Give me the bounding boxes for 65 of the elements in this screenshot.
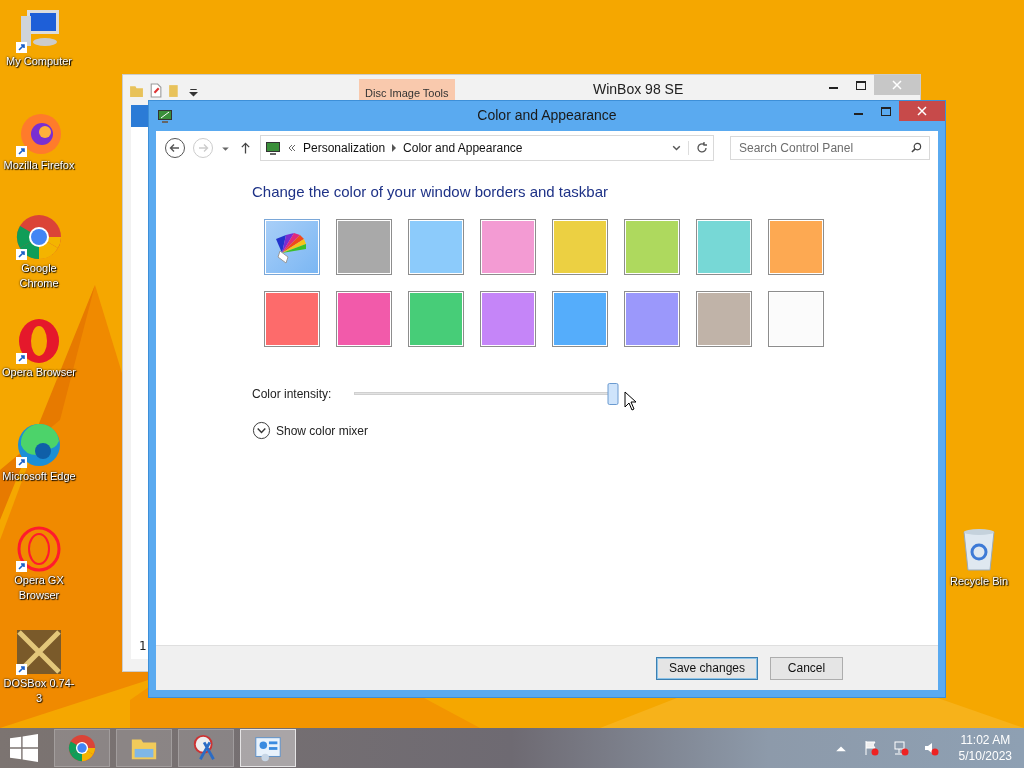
up-arrow-icon[interactable] [240,141,251,155]
breadcrumb[interactable]: Personalization [303,141,386,155]
color-swatch[interactable] [264,291,320,347]
color-swatch[interactable] [408,291,464,347]
taskbar-button[interactable] [178,729,234,767]
color-swatch[interactable] [624,219,680,275]
color-swatch[interactable] [480,219,536,275]
taskbar-button[interactable] [116,729,172,767]
taskbar-button[interactable] [240,729,296,767]
status-text: 1 [139,639,147,653]
search-icon[interactable] [911,142,922,153]
monitor-icon [265,140,281,156]
dialog-button[interactable]: Save changes [655,656,758,680]
color-swatch[interactable] [264,219,320,275]
color-mixer-link[interactable]: Show color mixer [276,423,369,438]
icon-label: Google Chrome [18,261,60,292]
slider-thumb[interactable] [607,383,619,405]
overflow-icon[interactable] [287,143,297,153]
ribbon-tab[interactable] [131,105,151,127]
crate-icon[interactable] [15,628,63,677]
speaker-icon[interactable] [922,740,939,756]
window-title: WinBox 98 SE [593,81,684,97]
mouse-pointer-icon [624,391,636,411]
contextual-tab[interactable]: Disc Image Tools [359,79,455,101]
intensity-label: Color intensity: [252,387,333,401]
refresh-icon[interactable] [688,141,709,155]
color-swatch[interactable] [768,291,824,347]
intensity-slider[interactable] [354,383,616,405]
close-icon [917,106,927,116]
back-button[interactable] [164,137,186,159]
color-swatch[interactable] [552,219,608,275]
color-swatch[interactable] [336,219,392,275]
window-title: Color and Appearance [477,107,617,123]
address-bar[interactable]: Personalization Color and Appearance [260,135,714,161]
close-icon [892,80,902,90]
color-swatch[interactable] [696,219,752,275]
color-swatch[interactable] [696,291,752,347]
icon-label: DOSBox 0.74-3 [2,676,76,707]
icon-label: Recycle Bin [948,574,1010,589]
page-heading: Change the color of your window borders and taskbar [252,183,610,200]
expand-button[interactable] [252,421,271,440]
icon-label: Mozilla Firefox [2,157,76,173]
color-swatch[interactable] [624,291,680,347]
flag-icon[interactable] [862,740,879,756]
icon-label: Microsoft Edge [1,468,77,484]
search-field[interactable]: Search Control Panel [730,136,930,160]
browser-icon[interactable] [15,213,63,262]
icon-label: Opera Browser [1,365,77,381]
network-icon[interactable] [892,740,909,756]
breadcrumb[interactable]: Color and Appearance [403,141,523,155]
browser-icon [67,733,97,763]
icon-label: Opera GX Browser [13,572,65,603]
document-icon[interactable] [148,82,163,98]
color-swatch[interactable] [768,219,824,275]
taskbar-button[interactable] [54,729,110,767]
windows-logo-icon[interactable] [10,734,38,762]
icon-label: My Computer [5,54,73,69]
color-swatch[interactable] [408,219,464,275]
color-swatch[interactable] [336,291,392,347]
dialog-button[interactable]: Cancel [770,656,843,680]
breadcrumb-separator-icon[interactable] [391,144,398,152]
monitor-icon [157,108,173,124]
browser-icon[interactable] [15,524,63,573]
color-swatch[interactable] [480,291,536,347]
color-swatch[interactable] [552,291,608,347]
